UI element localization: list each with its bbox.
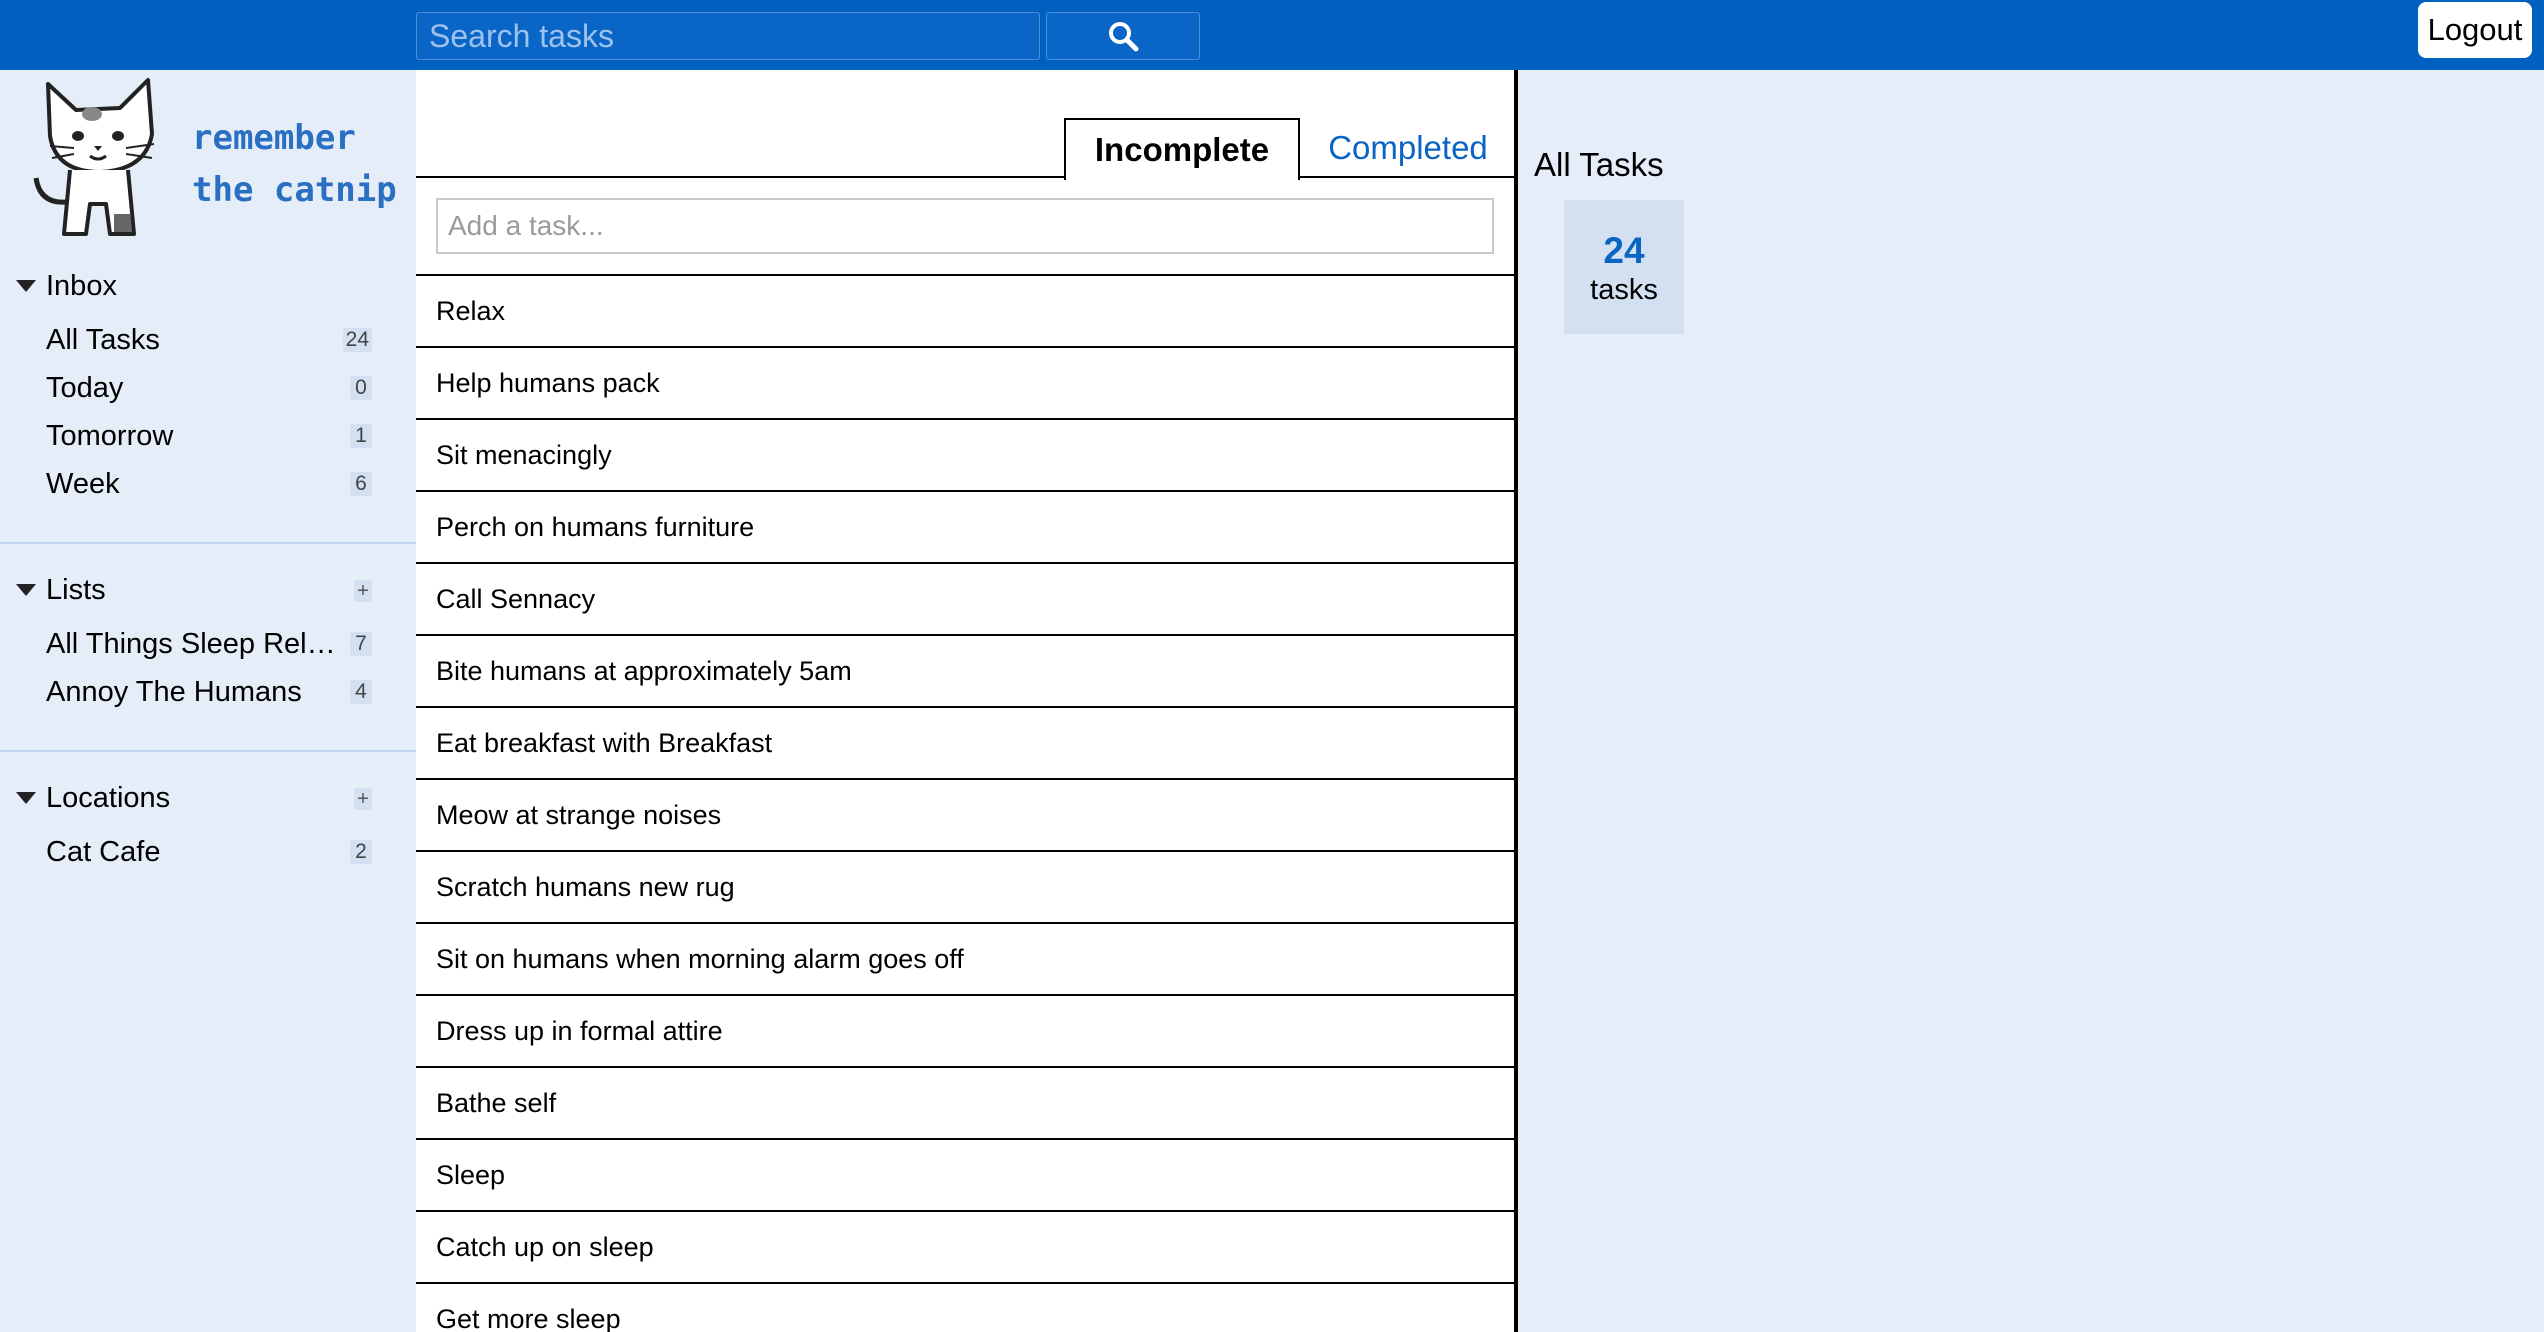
count-badge: 1 (350, 424, 372, 448)
detail-panel: All Tasks 24 tasks (1518, 70, 2544, 1332)
count-badge: 4 (350, 680, 372, 704)
inbox-header[interactable]: Inbox (16, 266, 372, 306)
cat-logo-icon (33, 78, 155, 236)
task-row[interactable]: Eat breakfast with Breakfast (416, 706, 1514, 778)
sidebar-item-label: Cat Cafe (46, 835, 161, 868)
task-row[interactable]: Dress up in formal attire (416, 994, 1514, 1066)
sidebar-item-label: All Things Sleep Rela… (46, 627, 336, 660)
inbox-title: Inbox (46, 269, 117, 302)
task-label: Bathe self (436, 1087, 557, 1118)
task-label: Catch up on sleep (436, 1231, 654, 1262)
top-bar: Logout (0, 0, 2544, 70)
task-row[interactable]: Sit menacingly (416, 418, 1514, 490)
locations-title: Locations (46, 781, 171, 814)
triangle-down-icon (16, 792, 36, 804)
search-icon (1109, 22, 1139, 52)
task-label: Sleep (436, 1159, 506, 1190)
task-row[interactable]: Bite humans at approximately 5am (416, 634, 1514, 706)
tab-incomplete[interactable]: Incomplete (1064, 118, 1300, 180)
task-row[interactable]: Help humans pack (416, 346, 1514, 418)
sidebar-divider (0, 750, 416, 752)
tabs-divider (416, 176, 1514, 178)
sidebar-item-all-tasks[interactable]: All Tasks 24 (46, 318, 372, 362)
task-row[interactable]: Bathe self (416, 1066, 1514, 1138)
logo[interactable]: remember the catnip (30, 74, 400, 244)
task-count-card: 24 tasks (1564, 200, 1684, 334)
sidebar-item-today[interactable]: Today 0 (46, 366, 372, 410)
logo-text: remember the catnip (192, 112, 397, 216)
task-row[interactable]: Call Sennacy (416, 562, 1514, 634)
count-badge: 0 (350, 376, 372, 400)
lists-title: Lists (46, 573, 106, 606)
task-panel: Incomplete Completed Relax Help humans p… (416, 70, 1514, 1332)
task-label: Bite humans at approximately 5am (436, 655, 852, 686)
tab-completed[interactable]: Completed (1302, 118, 1514, 178)
count-badge: 7 (350, 632, 372, 656)
locations-header[interactable]: Locations + (16, 778, 372, 818)
sidebar-item-label: Annoy The Humans (46, 675, 302, 708)
sidebar-item-label: Tomorrow (46, 419, 174, 452)
lists-header[interactable]: Lists + (16, 570, 372, 610)
task-label: Get more sleep (436, 1303, 621, 1332)
count-badge: 6 (350, 472, 372, 496)
search-button[interactable] (1046, 12, 1200, 60)
task-label: Meow at strange noises (436, 799, 722, 830)
sidebar-divider (0, 542, 416, 544)
task-label: Sit on humans when morning alarm goes of… (436, 943, 964, 974)
task-row[interactable]: Sleep (416, 1138, 1514, 1210)
sidebar-item-label: Week (46, 467, 120, 500)
task-label: Relax (436, 295, 506, 326)
task-list: Relax Help humans pack Sit menacingly Pe… (416, 274, 1514, 1332)
task-row[interactable]: Scratch humans new rug (416, 850, 1514, 922)
sidebar-item-label: Today (46, 371, 124, 404)
triangle-down-icon (16, 584, 36, 596)
sidebar-item-list-sleep[interactable]: All Things Sleep Rela… 7 (46, 622, 372, 666)
sidebar-item-location-cat-cafe[interactable]: Cat Cafe 2 (46, 830, 372, 874)
task-label: Perch on humans furniture (436, 511, 755, 542)
detail-title: All Tasks (1534, 146, 1664, 183)
task-row[interactable]: Get more sleep (416, 1282, 1514, 1332)
task-label: Scratch humans new rug (436, 871, 735, 902)
sidebar: remember the catnip Inbox All Tasks 24 T… (0, 70, 416, 1332)
add-task-input[interactable] (436, 198, 1494, 254)
sidebar-item-week[interactable]: Week 6 (46, 462, 372, 506)
count-badge: 24 (342, 328, 372, 352)
task-label: Eat breakfast with Breakfast (436, 727, 773, 758)
sidebar-item-tomorrow[interactable]: Tomorrow 1 (46, 414, 372, 458)
logo-line-2: the catnip (192, 170, 397, 210)
count-badge: 2 (350, 840, 372, 864)
add-location-button[interactable]: + (354, 788, 372, 810)
logout-button[interactable]: Logout (2418, 2, 2532, 58)
task-row[interactable]: Relax (416, 274, 1514, 346)
task-count-unit: tasks (1590, 274, 1658, 306)
task-row[interactable]: Perch on humans furniture (416, 490, 1514, 562)
task-row[interactable]: Catch up on sleep (416, 1210, 1514, 1282)
task-label: Help humans pack (436, 367, 660, 398)
task-row[interactable]: Sit on humans when morning alarm goes of… (416, 922, 1514, 994)
task-label: Dress up in formal attire (436, 1015, 723, 1046)
sidebar-item-list-annoy[interactable]: Annoy The Humans 4 (46, 670, 372, 714)
triangle-down-icon (16, 280, 36, 292)
task-label: Call Sennacy (436, 583, 596, 614)
task-row[interactable]: Meow at strange noises (416, 778, 1514, 850)
task-label: Sit menacingly (436, 439, 612, 470)
task-count: 24 (1603, 230, 1645, 271)
sidebar-item-label: All Tasks (46, 323, 160, 356)
search-input[interactable] (416, 12, 1040, 60)
add-list-button[interactable]: + (354, 580, 372, 602)
logo-line-1: remember (192, 118, 356, 158)
